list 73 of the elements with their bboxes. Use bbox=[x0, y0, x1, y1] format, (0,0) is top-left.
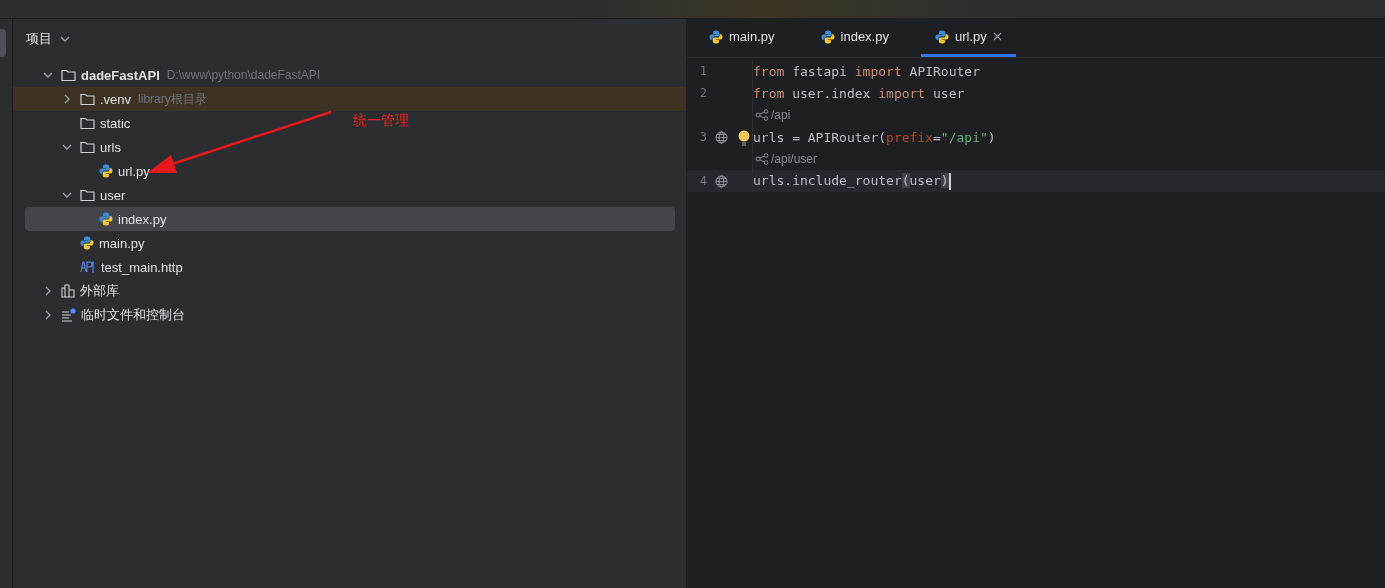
code-text: = bbox=[933, 129, 941, 145]
python-file-icon bbox=[80, 236, 94, 250]
library-icon bbox=[61, 284, 75, 298]
folder-icon bbox=[61, 68, 76, 82]
tree-row[interactable]: 临时文件和控制台 bbox=[25, 303, 185, 327]
globe-icon[interactable] bbox=[715, 174, 728, 188]
line-number: 2 bbox=[698, 86, 707, 100]
code-text: urls.include_router bbox=[753, 172, 902, 188]
file-name: 外部库 bbox=[80, 282, 119, 300]
tree-row[interactable]: static bbox=[25, 111, 131, 135]
folder-icon bbox=[80, 116, 95, 130]
tree-row[interactable]: 外部库 bbox=[25, 279, 119, 303]
file-name: 临时文件和控制台 bbox=[81, 306, 185, 324]
panel-title[interactable]: 项目 bbox=[26, 30, 52, 48]
lightbulb-icon[interactable] bbox=[738, 129, 750, 147]
text-caret bbox=[948, 172, 951, 190]
editor-tab[interactable]: index.py bbox=[806, 19, 903, 57]
path-hint: library根目录 bbox=[138, 90, 207, 108]
share-icon bbox=[755, 109, 769, 121]
code-text: fastapi bbox=[791, 63, 848, 79]
tree-row[interactable]: url.py bbox=[25, 159, 150, 183]
scratch-list-icon bbox=[61, 308, 76, 322]
file-name: urls bbox=[100, 139, 121, 155]
code-text: ) bbox=[987, 129, 996, 145]
path-hint: D:\www\python\dadeFastAPI bbox=[166, 68, 321, 82]
python-file-icon bbox=[934, 29, 949, 44]
route-inlay-hint[interactable]: /api/user bbox=[755, 152, 818, 166]
tree-row[interactable]: dadeFastAPI D:\www\python\dadeFastAPI bbox=[25, 63, 321, 87]
code-text: user.index bbox=[791, 85, 872, 101]
file-name: main.py bbox=[99, 235, 145, 251]
file-name: static bbox=[100, 115, 131, 131]
file-name: user bbox=[100, 187, 126, 203]
tree-row[interactable]: main.py bbox=[25, 231, 145, 255]
string-literal: "/api" bbox=[940, 129, 988, 145]
editor-tab[interactable]: main.py bbox=[695, 19, 789, 57]
keyword: from bbox=[753, 85, 785, 101]
code-text: urls = APIRouter( bbox=[753, 129, 887, 145]
folder-icon bbox=[80, 92, 95, 106]
file-name: .venv bbox=[100, 91, 132, 107]
editor-tab[interactable]: url.py bbox=[920, 19, 1016, 57]
line-number: 3 bbox=[698, 130, 707, 144]
code-text: user bbox=[909, 172, 941, 188]
api-file-icon bbox=[80, 261, 96, 273]
globe-icon[interactable] bbox=[715, 130, 728, 144]
keyword: import bbox=[878, 85, 926, 101]
close-icon[interactable] bbox=[992, 32, 1002, 41]
matched-bracket: ( bbox=[901, 172, 910, 188]
tree-row[interactable]: user bbox=[25, 183, 126, 207]
tree-row[interactable]: urls bbox=[25, 135, 121, 159]
tree-row[interactable]: index.py bbox=[25, 207, 167, 231]
file-name: index.py bbox=[118, 211, 167, 227]
keyword: from bbox=[753, 63, 785, 79]
matched-bracket: ) bbox=[940, 172, 949, 188]
line-number: 1 bbox=[698, 64, 707, 78]
tree-row[interactable]: test_main.http bbox=[25, 255, 183, 279]
code-text: APIRouter bbox=[908, 63, 980, 79]
python-file-icon bbox=[99, 164, 113, 178]
route-inlay-hint[interactable]: /api bbox=[755, 108, 791, 122]
line-number: 4 bbox=[698, 174, 707, 188]
folder-icon bbox=[80, 188, 95, 202]
keyword: import bbox=[854, 63, 902, 79]
file-name: dadeFastAPI bbox=[81, 67, 160, 83]
parameter-name: prefix bbox=[886, 129, 934, 145]
annotation-label: 统一管理 bbox=[353, 112, 409, 130]
file-name: url.py bbox=[118, 163, 150, 179]
python-file-icon bbox=[99, 212, 113, 226]
python-file-icon bbox=[820, 29, 835, 44]
code-text: user bbox=[932, 85, 965, 101]
file-name: test_main.http bbox=[101, 259, 183, 275]
tree-row[interactable]: .venv library根目录 bbox=[25, 87, 207, 111]
folder-icon bbox=[80, 140, 95, 154]
share-icon bbox=[755, 153, 769, 165]
python-file-icon bbox=[709, 29, 723, 44]
